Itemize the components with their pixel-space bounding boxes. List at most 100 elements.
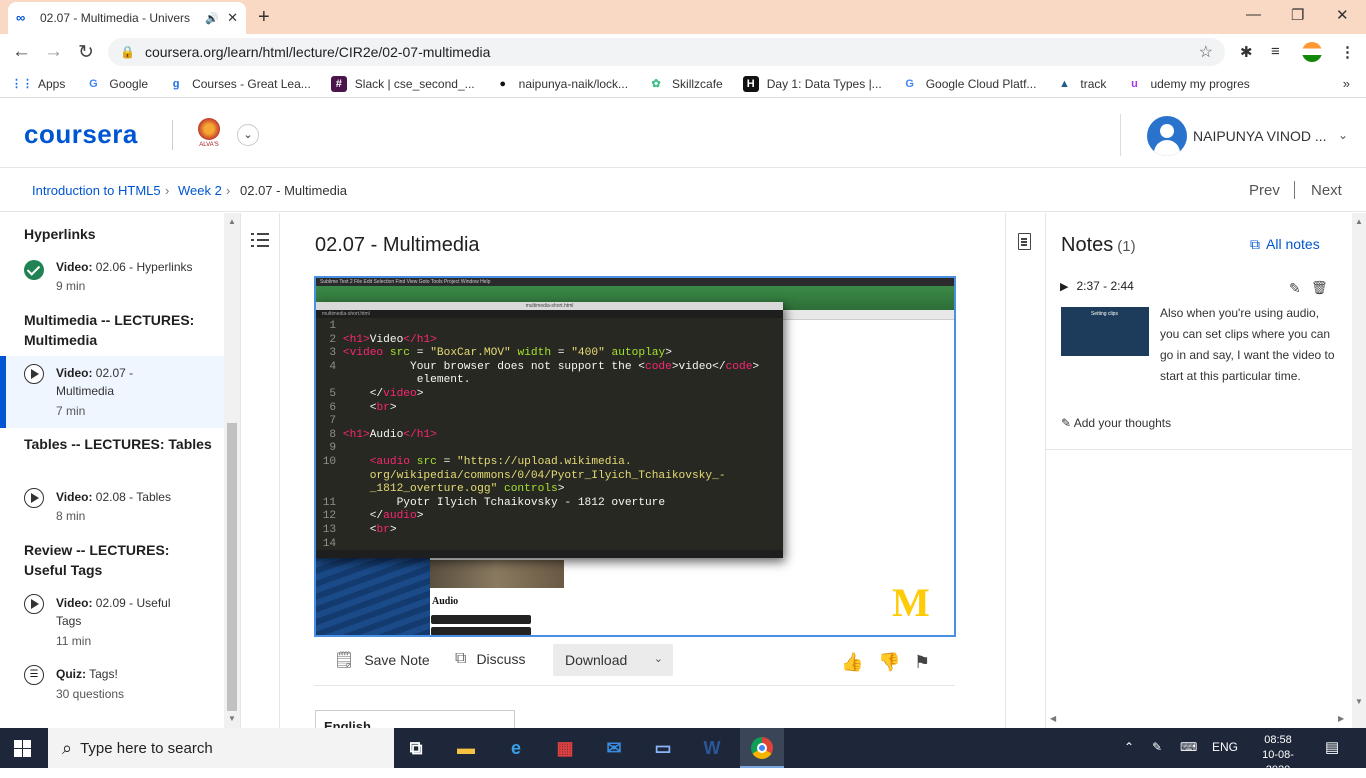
sidebar-scrollbar-thumb[interactable] (227, 423, 237, 711)
scroll-down-arrow-icon[interactable]: ▼ (1355, 697, 1363, 706)
notes-panel-icon[interactable] (1018, 233, 1031, 250)
save-note-button[interactable]: 🗒 Save Note (334, 650, 430, 670)
video-player[interactable]: Sublime Text 2 File Edit Selection Find … (314, 276, 956, 637)
completed-check-icon (24, 260, 44, 280)
list-toggle-icon[interactable] (251, 233, 269, 249)
word-icon[interactable]: W (698, 734, 726, 762)
coursera-header: coursera ALVA'S ⌄ NAIPUNYA VINOD ... ⌄ (0, 98, 1366, 168)
extensions-icon[interactable]: ✱ (1240, 43, 1253, 61)
notifications-icon[interactable]: ▤ (1325, 738, 1339, 756)
page-scrollbar[interactable]: ▲ ▼ (1352, 213, 1366, 728)
bookmark-track[interactable]: ▲ track (1056, 76, 1106, 92)
google-icon: G (905, 77, 914, 90)
profile-avatar-icon[interactable] (1302, 42, 1322, 62)
forward-icon[interactable]: → (44, 41, 63, 63)
item-duration: 9 min (56, 279, 86, 293)
pc-icon[interactable]: ▭ (649, 734, 677, 762)
scroll-down-arrow-icon[interactable]: ▼ (228, 714, 236, 723)
minimize-icon[interactable]: — (1246, 6, 1261, 23)
partner-logo[interactable]: ALVA'S (193, 118, 225, 152)
trash-icon[interactable]: 🗑 (1311, 280, 1328, 296)
notes-horizontal-scrollbar[interactable]: ◀ ▶ (1046, 712, 1352, 726)
breadcrumb-course-link[interactable]: Introduction to HTML5 (32, 183, 161, 198)
more-bookmarks-icon[interactable]: » (1343, 76, 1350, 91)
bookmark-skillzcafe[interactable]: ✿ Skillzcafe (648, 76, 722, 92)
language-select[interactable]: English (315, 710, 515, 730)
scroll-up-arrow-icon[interactable]: ▲ (228, 217, 236, 226)
bookmark-naipunya-naik-lock[interactable]: ● naipunya-naik/lock... (495, 76, 628, 92)
edit-pencil-icon[interactable]: ✎ (1289, 280, 1301, 297)
bookmark-star-icon[interactable]: ☆ (1199, 42, 1213, 62)
video-thumbnail-image (430, 560, 564, 588)
add-thoughts-button[interactable]: ✎ Add your thoughts (1061, 416, 1171, 430)
speaker-icon[interactable]: 🔊 (205, 12, 219, 25)
tab-close-icon[interactable]: ✕ (227, 10, 238, 26)
chevron-up-icon[interactable]: ⌃ (1124, 740, 1134, 754)
user-menu-chevron-icon[interactable]: ⌄ (1338, 128, 1348, 142)
editor-status-bar (316, 550, 783, 558)
address-bar[interactable]: 🔒 coursera.org/learn/html/lecture/CIR2e/… (108, 38, 1225, 66)
note-time-text: 2:37 - 2:44 (1076, 279, 1134, 293)
next-button[interactable]: Next (1311, 182, 1342, 199)
back-icon[interactable]: ← (12, 41, 31, 63)
gift-icon[interactable]: ▦ (551, 734, 579, 762)
reload-icon[interactable]: ↻ (78, 41, 94, 64)
line-number: 5 (316, 387, 343, 400)
windows-start-icon[interactable] (14, 740, 31, 757)
sidebar-item-useful-tags[interactable]: Video: 02.09 - Useful Tags 11 min (0, 594, 224, 652)
browser-tab-strip: ∞ 02.07 - Multimedia - Univers 🔊 ✕ + — ❐… (0, 0, 1366, 34)
bookmark-day-1-data-types[interactable]: H Day 1: Data Types |... (742, 75, 882, 92)
sidebar-item-hyperlinks[interactable]: Video: 02.06 - Hyperlinks 9 min (0, 258, 224, 298)
scroll-up-arrow-icon[interactable]: ▲ (1355, 217, 1363, 226)
scroll-right-arrow-icon[interactable]: ▶ (1338, 714, 1344, 723)
clock[interactable]: 08:58 10-08-2020 (1252, 733, 1304, 778)
chrome-menu-icon[interactable]: ⋮ (1340, 43, 1355, 61)
notes-title-text: Notes (1061, 234, 1114, 256)
breadcrumb-week-link[interactable]: Week 2 (178, 183, 222, 198)
new-tab-button[interactable]: + (258, 6, 270, 29)
sidebar-item-quiz-tags[interactable]: ☰ Quiz: Tags! 30 questions (0, 665, 224, 705)
editor-tab: multimedia-short.html (316, 310, 783, 318)
all-notes-link[interactable]: ⧉ All notes (1250, 236, 1320, 253)
coursera-logo[interactable]: coursera (24, 119, 138, 150)
note-thumbnail[interactable]: Setting clips (1061, 307, 1149, 356)
bookmark-apps[interactable]: ⋮⋮ Apps (11, 76, 65, 92)
note-timestamp[interactable]: ▶ 2:37 - 2:44 (1060, 279, 1134, 293)
bookmark-courses-great-lea[interactable]: g Courses - Great Lea... (168, 76, 311, 92)
language-indicator[interactable]: ENG (1212, 740, 1238, 754)
thumbs-down-icon[interactable]: 👎 (878, 652, 900, 673)
scroll-left-arrow-icon[interactable]: ◀ (1050, 714, 1056, 723)
task-view-icon[interactable]: ⧉ (402, 734, 430, 762)
prev-button[interactable]: Prev (1249, 182, 1280, 199)
chevron-down-icon[interactable]: ⌄ (237, 124, 259, 146)
bookmark-udemy-my-progres[interactable]: u udemy my progres (1126, 76, 1250, 92)
download-dropdown[interactable]: Download ⌄ (553, 644, 673, 676)
user-name[interactable]: NAIPUNYA VINOD ... (1193, 128, 1327, 144)
chrome-taskbar-button[interactable] (740, 728, 784, 768)
sidebar-item-tables[interactable]: Video: 02.08 - Tables 8 min (0, 488, 224, 528)
line-number: 12 (316, 510, 343, 523)
close-window-icon[interactable]: ✕ (1336, 6, 1349, 24)
restore-icon[interactable]: ❐ (1291, 6, 1304, 24)
edge-icon[interactable]: e (502, 734, 530, 762)
discuss-button[interactable]: ⧉ Discuss (455, 650, 525, 668)
code-text: _1812_overture.ogg" controls> (369, 483, 565, 496)
google-icon: G (89, 77, 98, 90)
mail-icon[interactable]: ✉ (600, 734, 628, 762)
sidebar-item-multimedia[interactable]: Video: 02.07 - Multimedia 7 min (0, 364, 224, 422)
code-line: 13 <br> (316, 524, 783, 538)
keyboard-icon[interactable]: ⌨ (1180, 740, 1197, 754)
media-control-icon[interactable]: ≡ (1271, 43, 1280, 60)
pencil-icon: ✎ (1061, 416, 1072, 430)
pen-icon[interactable]: ✎ (1152, 740, 1162, 754)
bookmark-google[interactable]: G Google (85, 76, 148, 92)
code-text: <h1>Video</h1> (342, 333, 437, 346)
bookmark-slack-cse-second[interactable]: # Slack | cse_second_... (330, 75, 475, 92)
browser-tab[interactable]: ∞ 02.07 - Multimedia - Univers 🔊 ✕ (8, 2, 246, 34)
user-avatar-icon[interactable] (1147, 116, 1187, 156)
flag-icon[interactable]: ⚑ (914, 652, 930, 673)
thumbs-up-icon[interactable]: 👍 (841, 652, 863, 673)
bookmark-google-cloud-platf[interactable]: G Google Cloud Platf... (902, 76, 1036, 92)
taskbar-search[interactable]: ⌕ Type here to search (48, 728, 394, 768)
file-explorer-icon[interactable]: ▬ (452, 734, 480, 762)
